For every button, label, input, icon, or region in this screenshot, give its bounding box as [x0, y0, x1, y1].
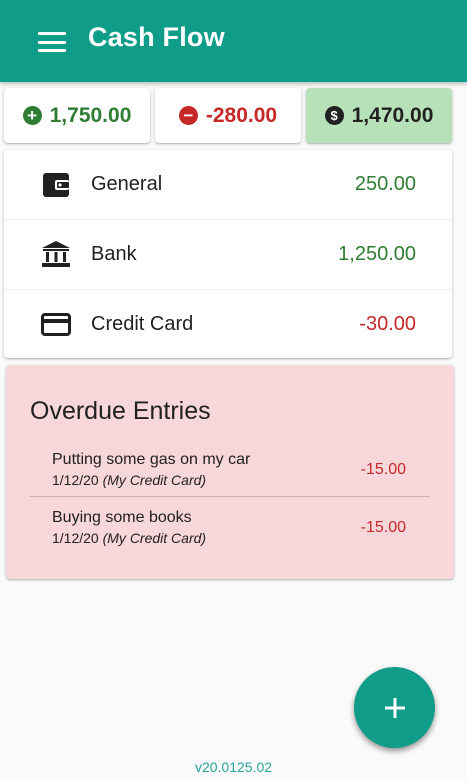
plus-icon	[384, 697, 405, 718]
accounts-card: General 250.00 Bank 1,250.00 Credit Card…	[4, 150, 452, 358]
menu-icon[interactable]	[38, 32, 66, 52]
expense-total: -280.00	[205, 103, 278, 127]
account-name: General	[91, 173, 163, 195]
account-name: Credit Card	[91, 312, 194, 335]
entry-description: Putting some gas on my car	[52, 451, 251, 468]
income-total: 1,750.00	[49, 103, 132, 127]
credit-card-icon	[41, 313, 71, 336]
entry-account: (My Credit Card)	[102, 472, 207, 488]
entry-date-line: 1/12/20 (My Credit Card)	[52, 530, 206, 546]
balance-total: 1,470.00	[351, 103, 434, 127]
entry-date: 1/12/20	[52, 530, 103, 546]
overdue-entry[interactable]: Buying some books 1/12/20 (My Credit Car…	[30, 509, 430, 563]
add-entry-button[interactable]	[354, 667, 435, 748]
entry-amount: -15.00	[360, 519, 406, 536]
entry-date-line: 1/12/20 (My Credit Card)	[52, 472, 206, 488]
summary-bar: + 1,750.00 − -280.00 $ 1,470.00	[4, 88, 464, 144]
app-bar: Cash Flow	[0, 0, 467, 82]
version-label: v20.0125.02	[194, 759, 273, 775]
account-row-bank[interactable]: Bank 1,250.00	[4, 219, 452, 288]
bank-icon	[42, 241, 70, 267]
entry-date: 1/12/20	[52, 472, 103, 488]
overdue-entries-card: Overdue Entries Putting some gas on my c…	[6, 365, 454, 579]
dollar-circle-icon: $	[324, 106, 344, 125]
entry-amount: -15.00	[360, 461, 406, 478]
income-total-chip[interactable]: + 1,750.00	[4, 88, 150, 143]
wallet-icon	[43, 172, 69, 197]
account-balance: 250.00	[354, 173, 416, 195]
minus-circle-icon: −	[178, 106, 198, 125]
plus-circle-icon: +	[22, 106, 42, 125]
balance-total-chip[interactable]: $ 1,470.00	[306, 88, 452, 143]
account-row-general[interactable]: General 250.00	[4, 150, 452, 219]
account-name: Bank	[91, 242, 137, 265]
overdue-title: Overdue Entries	[30, 397, 211, 425]
expense-total-chip[interactable]: − -280.00	[155, 88, 301, 143]
account-row-credit-card[interactable]: Credit Card -30.00	[4, 289, 452, 358]
entry-divider	[30, 496, 430, 497]
account-balance: -30.00	[359, 312, 416, 335]
account-balance: 1,250.00	[338, 242, 416, 265]
entry-description: Buying some books	[52, 509, 192, 526]
entry-account: (My Credit Card)	[102, 530, 207, 546]
app-title: Cash Flow	[88, 22, 225, 52]
